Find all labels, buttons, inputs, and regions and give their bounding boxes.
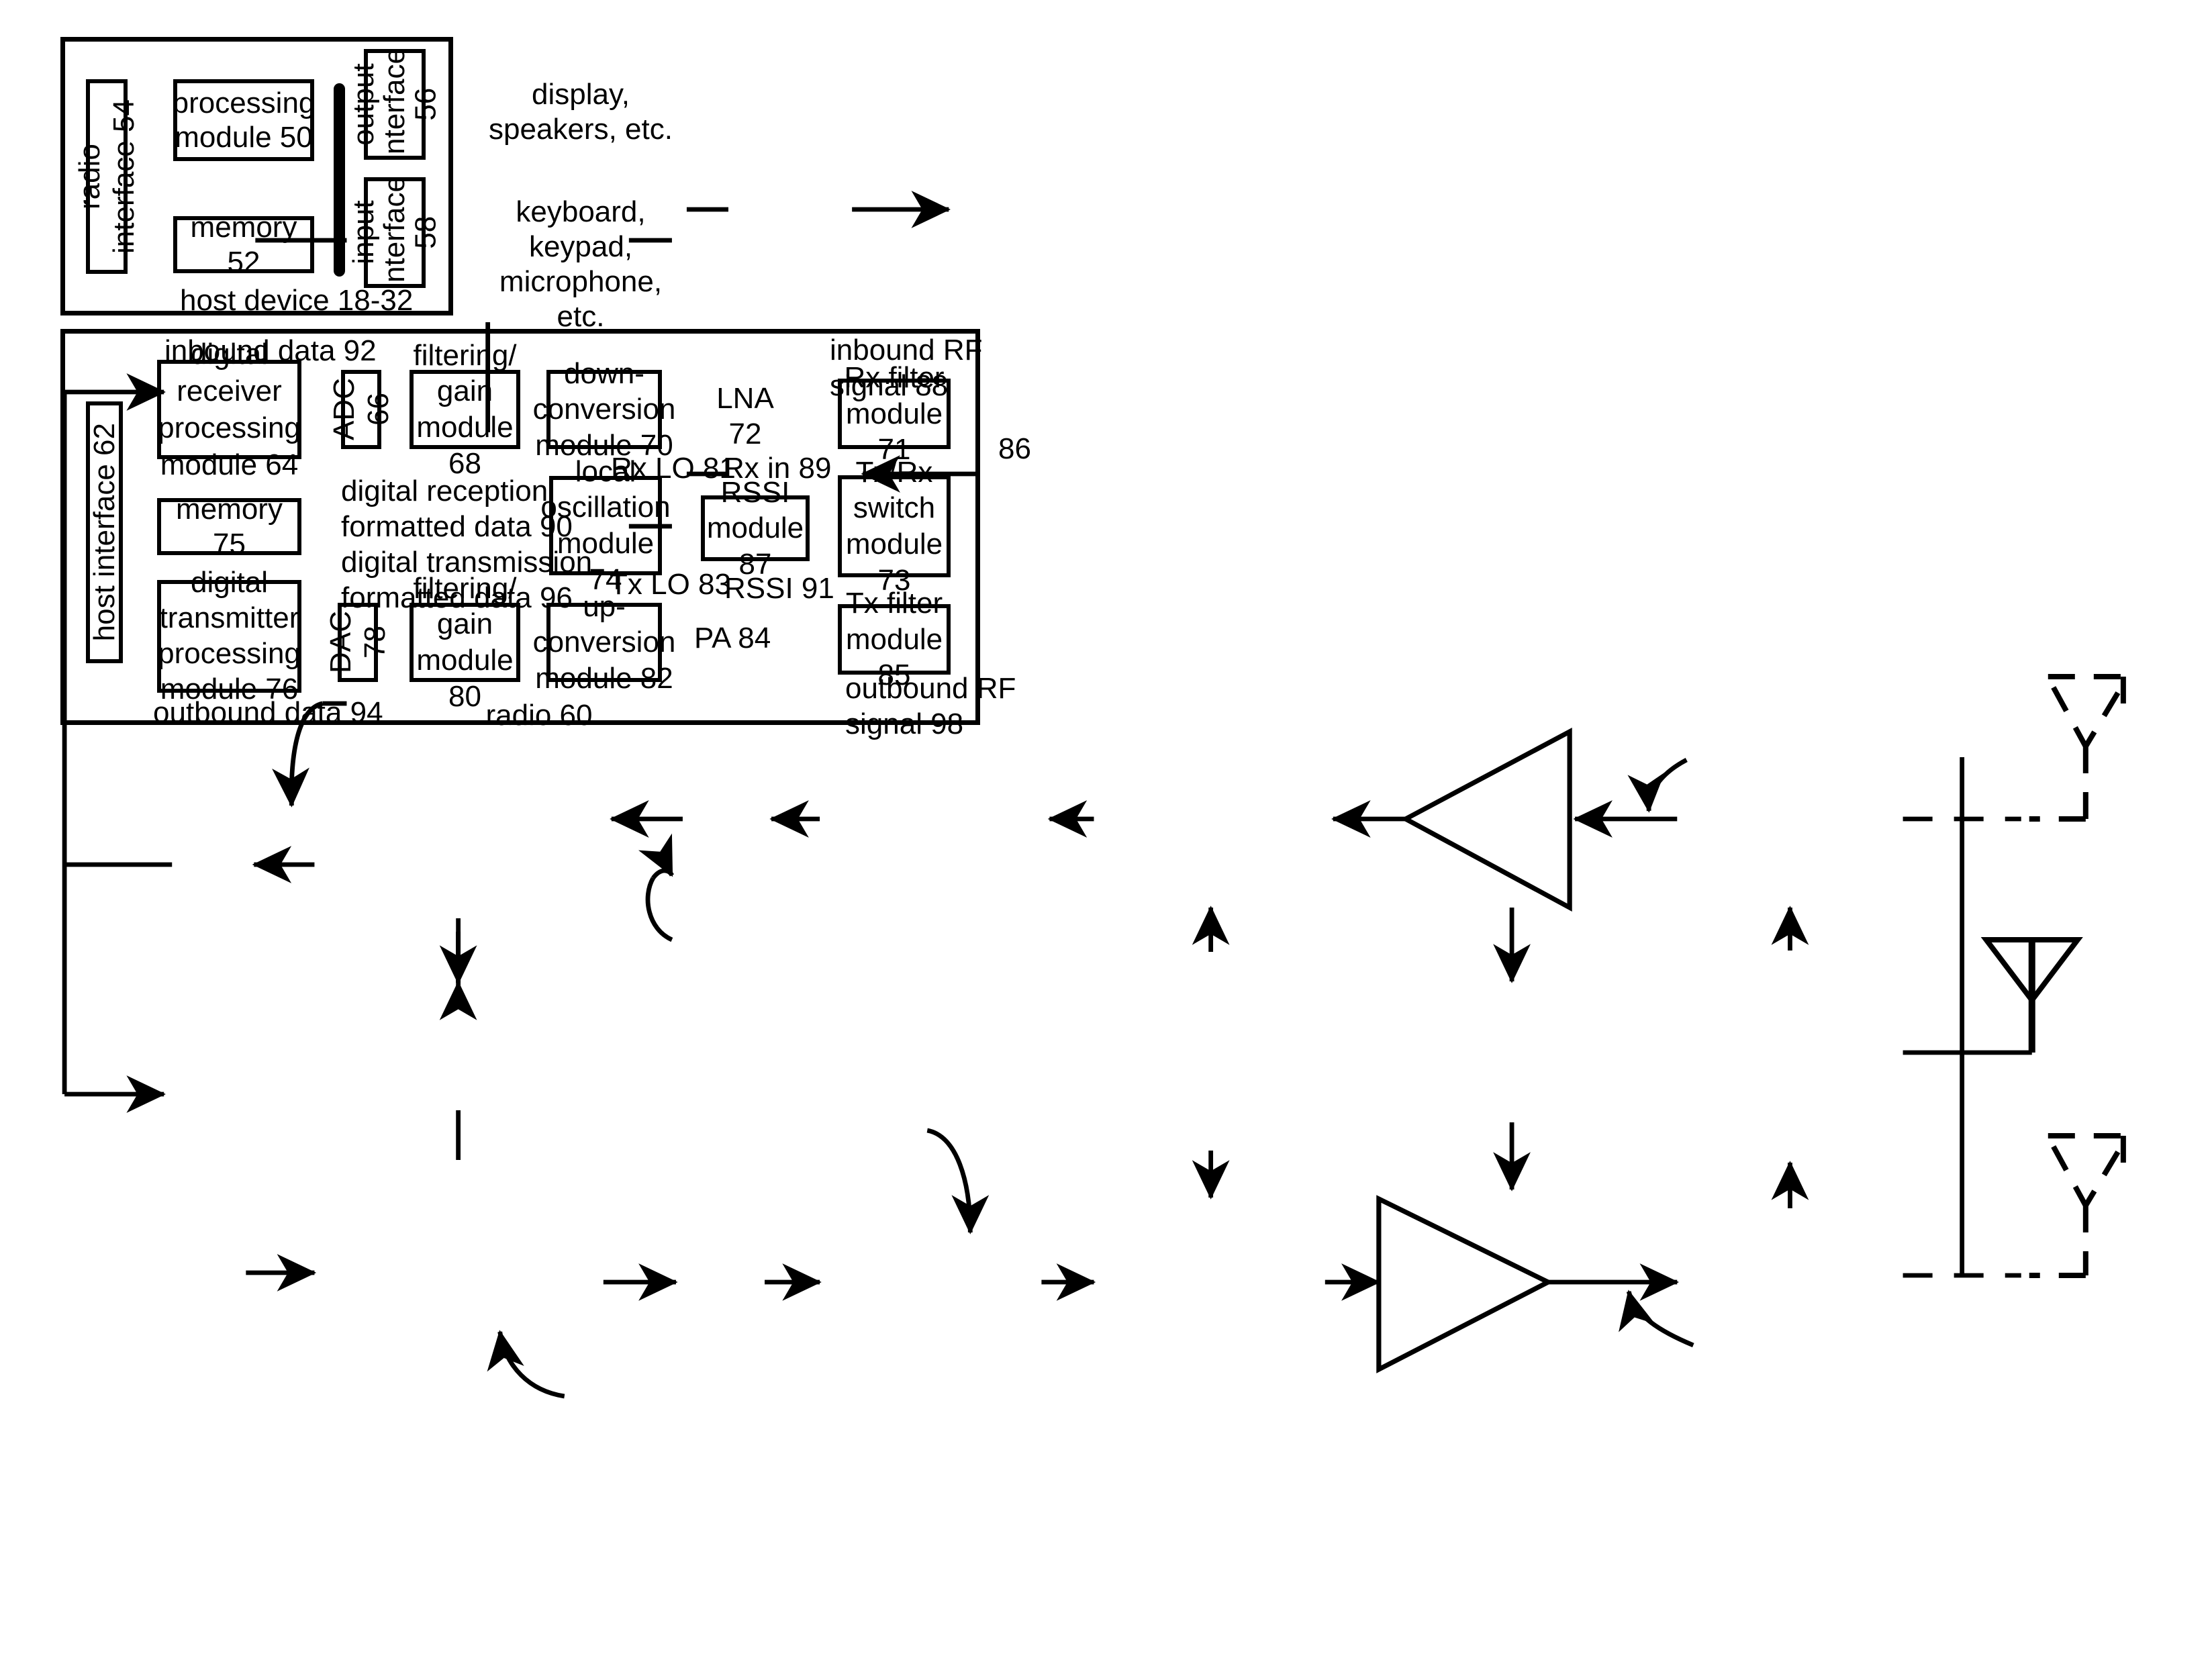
- block-output-interface-56-label: output interface 56: [346, 48, 442, 161]
- host-bus-bar: [334, 83, 345, 277]
- host-device-caption: host device 18-32: [180, 284, 414, 317]
- block-rssi-module-87[interactable]: RSSI module 87: [701, 476, 810, 581]
- block-down-conversion-module-70-label: down- conversion module 70: [532, 356, 676, 462]
- radio-caption: radio 60: [485, 699, 593, 732]
- label-display-speakers: display, speakers, etc.: [489, 78, 673, 146]
- label-outbound-rf-signal-98: outbound RF signal 98: [845, 672, 1016, 740]
- block-filtering-gain-module-68-label: filtering/ gain module 68: [413, 338, 517, 480]
- label-rx-lo-81: Rx LO 81: [611, 452, 736, 485]
- block-memory-75-label: memory 75: [176, 493, 283, 561]
- block-host-interface-62[interactable]: host interface 62: [86, 401, 123, 663]
- block-tx-rx-switch-module-73-label: Tx/Rx switch module 73: [845, 455, 943, 597]
- block-tx-filter-module-85[interactable]: Tx filter module 85: [838, 587, 951, 691]
- block-processing-module-50[interactable]: processing module 50: [172, 79, 316, 161]
- block-memory-52[interactable]: memory 52: [173, 211, 314, 279]
- label-tx-lo-83: Tx LO 83: [610, 568, 731, 601]
- block-radio-interface-54-label: radio interface 54: [73, 99, 140, 254]
- block-digital-receiver-processing-module-64[interactable]: digital receiver processing module 64: [157, 338, 301, 481]
- label-inbound-rf-signal-88: inbound RF signal 88: [830, 334, 983, 402]
- block-adc-66[interactable]: ADC 66: [328, 370, 395, 449]
- block-down-conversion-module-70[interactable]: down- conversion module 70: [533, 357, 676, 462]
- label-antenna-86: 86: [998, 432, 1031, 465]
- block-digital-transmitter-processing-module-76[interactable]: digital transmitter processing module 76: [157, 566, 301, 706]
- label-rssi-91: RSSI 91: [724, 572, 834, 605]
- block-dac-78-label: DAC 78: [324, 611, 391, 674]
- block-adc-66-label: ADC 66: [327, 378, 395, 441]
- patent-figure: radio interface 54 processing module 50 …: [0, 0, 2212, 1654]
- block-input-interface-58[interactable]: input interface 58: [347, 176, 442, 289]
- block-host-interface-62-label: host interface 62: [87, 423, 121, 642]
- label-inbound-data-92: inbound data 92: [164, 334, 377, 367]
- label-digital-reception-formatted-data-90: digital reception formatted data 90: [341, 475, 573, 543]
- label-digital-transmission-formatted-data-96: digital transmission formatted data 96: [341, 546, 593, 614]
- label-rx-in-89: Rx in 89: [723, 452, 832, 485]
- block-input-interface-58-label: input interface 58: [346, 176, 442, 289]
- block-filtering-gain-module-68[interactable]: filtering/ gain module 68: [410, 339, 520, 480]
- block-processing-module-50-label: processing module 50: [172, 86, 316, 154]
- block-digital-transmitter-processing-module-76-label: digital transmitter processing module 76: [158, 566, 301, 706]
- block-memory-75[interactable]: memory 75: [157, 493, 301, 561]
- block-lna-72-label: LNA 72: [716, 382, 774, 450]
- label-keyboard-keypad: keyboard, keypad, microphone, etc.: [499, 195, 663, 333]
- block-pa-84-label: PA 84: [694, 622, 771, 654]
- block-rssi-module-87-label: RSSI module 87: [706, 475, 804, 581]
- block-memory-52-label: memory 52: [190, 211, 297, 279]
- label-outbound-data-94: outbound data 94: [153, 696, 383, 729]
- block-tx-rx-switch-module-73[interactable]: Tx/Rx switch module 73: [838, 456, 951, 597]
- block-output-interface-56[interactable]: output interface 56: [347, 48, 442, 161]
- block-radio-interface-54[interactable]: radio interface 54: [73, 79, 140, 274]
